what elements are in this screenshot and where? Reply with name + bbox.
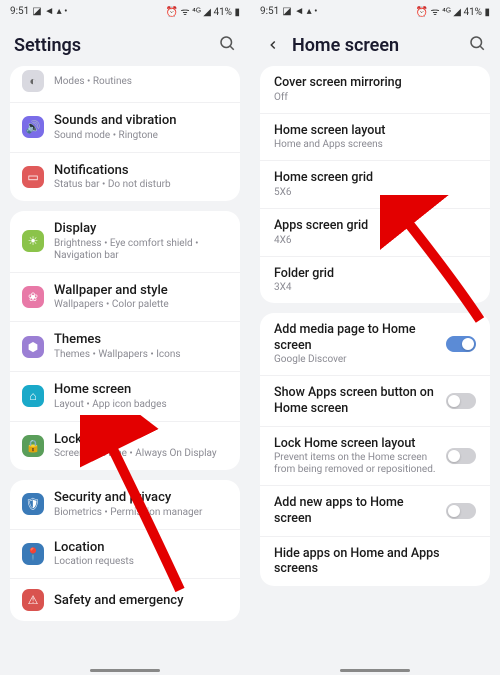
settings-group-1: ◐ Modes • Routines 🔊 Sounds and vibratio… <box>10 66 240 201</box>
row-home-screen[interactable]: ⌂ Home screen Layout • App icon badges <box>10 372 240 422</box>
status-bar: 9:51 ◪ ◄ ▴ • ⏰ ᯤ ⁴ᴳ ◢ 41% ▮ <box>250 0 500 22</box>
toggle-add-new-apps[interactable] <box>446 503 476 519</box>
status-bar: 9:51 ◪ ◄ ▴ • ⏰ ᯤ ⁴ᴳ ◢ 41% ▮ <box>0 0 250 22</box>
home-header: Home screen <box>250 22 500 66</box>
row-title: Lock screen <box>54 432 228 448</box>
row-location[interactable]: 📍 Location Location requests <box>10 530 240 580</box>
row-sub: Themes • Wallpapers • Icons <box>54 349 228 361</box>
toggle-show-apps[interactable] <box>446 393 476 409</box>
toggle-media-page[interactable] <box>446 336 476 352</box>
nav-handle <box>90 669 160 672</box>
row-sub: Layout • App icon badges <box>54 399 228 411</box>
row-title: Sounds and vibration <box>54 113 228 129</box>
shield-icon: 🛡 <box>22 493 44 515</box>
row-notifications[interactable]: ▭ Notifications Status bar • Do not dist… <box>10 153 240 202</box>
row-title: Display <box>54 221 228 237</box>
search-button[interactable] <box>218 34 236 56</box>
settings-screen: 9:51 ◪ ◄ ▴ • ⏰ ᯤ ⁴ᴳ ◢ 41% ▮ Settings ◐ M… <box>0 0 250 675</box>
row-themes[interactable]: ⬢ Themes Themes • Wallpapers • Icons <box>10 322 240 372</box>
row-sub: Brightness • Eye comfort shield • Naviga… <box>54 238 228 262</box>
row-sub: Status bar • Do not disturb <box>54 179 228 191</box>
toggle-lock-layout[interactable] <box>446 448 476 464</box>
search-icon <box>218 34 236 52</box>
row-folder-grid[interactable]: Folder grid 3X4 <box>260 257 490 304</box>
notifications-icon: ▭ <box>22 166 44 188</box>
row-wallpaper[interactable]: ❀ Wallpaper and style Wallpapers • Color… <box>10 273 240 323</box>
row-media-page[interactable]: Add media page to Home screen Google Dis… <box>260 313 490 376</box>
row-title: Themes <box>54 332 228 348</box>
speaker-icon: 🔊 <box>22 116 44 138</box>
settings-header: Settings <box>0 22 250 66</box>
flower-icon: ❀ <box>22 286 44 308</box>
row-home-layout[interactable]: Home screen layout Home and Apps screens <box>260 114 490 162</box>
row-title: Home screen <box>54 382 228 398</box>
warning-icon: ⚠ <box>22 589 44 611</box>
row-add-new-apps[interactable]: Add new apps to Home screen <box>260 486 490 536</box>
home-screen-settings: 9:51 ◪ ◄ ▴ • ⏰ ᯤ ⁴ᴳ ◢ 41% ▮ Home screen … <box>250 0 500 675</box>
row-home-grid[interactable]: Home screen grid 5X6 <box>260 161 490 209</box>
row-title: Notifications <box>54 163 228 179</box>
row-sub: Sound mode • Ringtone <box>54 130 228 142</box>
home-group-2: Add media page to Home screen Google Dis… <box>260 313 490 586</box>
row-safety[interactable]: ⚠ Safety and emergency <box>10 579 240 621</box>
row-sub: Location requests <box>54 556 228 568</box>
row-sub: Biometrics • Permission manager <box>54 507 228 519</box>
search-button[interactable] <box>468 34 486 56</box>
settings-group-3: 🛡 Security and privacy Biometrics • Perm… <box>10 480 240 621</box>
row-title: Security and privacy <box>54 490 228 506</box>
home-settings-list: Cover screen mirroring Off Home screen l… <box>250 66 500 675</box>
back-button[interactable] <box>264 36 282 54</box>
themes-icon: ⬢ <box>22 336 44 358</box>
settings-list: ◐ Modes • Routines 🔊 Sounds and vibratio… <box>0 66 250 675</box>
modes-icon: ◐ <box>22 70 44 92</box>
sun-icon: ☀ <box>22 230 44 252</box>
row-cover-mirroring[interactable]: Cover screen mirroring Off <box>260 66 490 114</box>
nav-handle <box>340 669 410 672</box>
status-time: 9:51 <box>260 6 279 17</box>
row-show-apps-button[interactable]: Show Apps screen button on Home screen <box>260 376 490 426</box>
row-security[interactable]: 🛡 Security and privacy Biometrics • Perm… <box>10 480 240 530</box>
row-display[interactable]: ☀ Display Brightness • Eye comfort shiel… <box>10 211 240 273</box>
row-modes-routines[interactable]: ◐ Modes • Routines <box>10 66 240 103</box>
row-lock-layout[interactable]: Lock Home screen layout Prevent items on… <box>260 427 490 487</box>
home-icon: ⌂ <box>22 385 44 407</box>
status-time: 9:51 <box>10 6 29 17</box>
settings-group-2: ☀ Display Brightness • Eye comfort shiel… <box>10 211 240 470</box>
row-title: Wallpaper and style <box>54 283 228 299</box>
status-left-icons: ◪ ◄ ▴ • <box>282 6 317 17</box>
row-hide-apps[interactable]: Hide apps on Home and Apps screens <box>260 537 490 586</box>
search-icon <box>468 34 486 52</box>
status-right-icons: ⏰ ᯤ ⁴ᴳ ◢ 41% ▮ <box>166 4 240 18</box>
pin-icon: 📍 <box>22 543 44 565</box>
status-right-icons: ⏰ ᯤ ⁴ᴳ ◢ 41% ▮ <box>416 4 490 18</box>
row-apps-grid[interactable]: Apps screen grid 4X6 <box>260 209 490 257</box>
row-sub: Modes • Routines <box>54 76 228 88</box>
row-sounds[interactable]: 🔊 Sounds and vibration Sound mode • Ring… <box>10 103 240 153</box>
home-group-1: Cover screen mirroring Off Home screen l… <box>260 66 490 303</box>
row-title: Safety and emergency <box>54 593 228 609</box>
page-title: Settings <box>14 35 208 56</box>
lock-icon: 🔒 <box>22 435 44 457</box>
row-title: Location <box>54 540 228 556</box>
row-lock-screen[interactable]: 🔒 Lock screen Screen lock type • Always … <box>10 422 240 471</box>
chevron-left-icon <box>266 38 280 52</box>
status-left-icons: ◪ ◄ ▴ • <box>32 6 67 17</box>
row-sub: Screen lock type • Always On Display <box>54 448 228 460</box>
page-title: Home screen <box>292 35 458 56</box>
row-sub: Wallpapers • Color palette <box>54 299 228 311</box>
